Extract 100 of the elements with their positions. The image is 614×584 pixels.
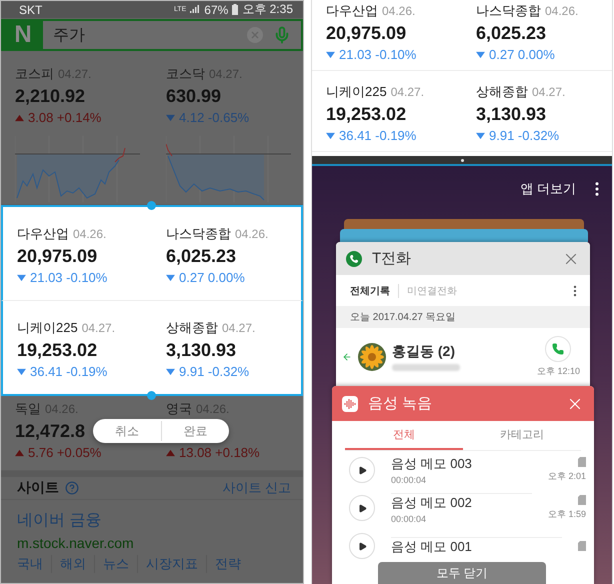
help-icon[interactable] bbox=[65, 481, 79, 496]
index-name: 코스닥 bbox=[166, 65, 205, 83]
recording-tab[interactable]: 전체 bbox=[345, 421, 463, 450]
index-name: 다우산업 bbox=[17, 225, 69, 243]
recording-time: 오후 1:59 bbox=[548, 508, 586, 521]
recording-title: 음성 메모 001 bbox=[391, 538, 473, 556]
call-log-tab[interactable]: 전체기록 bbox=[350, 284, 398, 298]
index-date: 04.26. bbox=[545, 4, 578, 18]
app-card[interactable]: T전화 전체기록 미연결전화 오늘 2017.04.27 목요일 홍길동 (2) 오후 12:10 bbox=[336, 242, 590, 386]
index-name: 나스닥종합 bbox=[166, 225, 231, 243]
sd-card-icon bbox=[578, 495, 586, 505]
down-triangle-icon bbox=[17, 368, 26, 376]
index-change: 36.41 -0.19% bbox=[30, 364, 108, 379]
action-button[interactable]: 취소 bbox=[93, 421, 160, 441]
waveform-icon bbox=[342, 396, 358, 412]
play-icon bbox=[358, 504, 366, 512]
app-title: 음성 녹음 bbox=[368, 394, 434, 413]
more-apps-button[interactable]: 앱 더보기 bbox=[520, 180, 576, 198]
quick-link[interactable]: 전략 bbox=[206, 555, 249, 573]
index-value: 6,025.23 bbox=[166, 246, 236, 267]
index-name: 코스피 bbox=[15, 65, 54, 83]
index-change: 0.27 0.00% bbox=[489, 47, 555, 62]
date-header: 오늘 2017.04.27 목요일 bbox=[350, 311, 456, 324]
down-triangle-icon bbox=[476, 50, 485, 58]
down-triangle-icon bbox=[166, 368, 175, 376]
index-value: 3,130.93 bbox=[476, 104, 546, 125]
sd-card-icon bbox=[578, 457, 586, 467]
site-link[interactable]: 네이버 금융 bbox=[17, 510, 102, 531]
index-value: 20,975.09 bbox=[17, 246, 98, 267]
index-value: 3,130.93 bbox=[166, 340, 236, 361]
index-change: 3.08 +0.14% bbox=[28, 110, 102, 125]
phone-app-icon bbox=[346, 250, 362, 266]
index-value: 20,975.09 bbox=[326, 23, 406, 44]
index-change: 4.12 -0.65% bbox=[179, 110, 250, 125]
recording-duration: 00:00:04 bbox=[391, 475, 428, 485]
index-date: 04.27. bbox=[390, 85, 424, 99]
down-triangle-icon bbox=[326, 132, 335, 140]
index-date: 04.26. bbox=[235, 227, 268, 241]
down-triangle-icon bbox=[166, 114, 175, 122]
play-button[interactable] bbox=[349, 533, 375, 559]
contact-name: 홍길동 (2) bbox=[392, 343, 456, 361]
down-triangle-icon bbox=[326, 50, 335, 58]
battery-level: 67% bbox=[204, 2, 228, 16]
call-button[interactable] bbox=[545, 336, 572, 362]
index-name: 상해종합 bbox=[476, 83, 528, 101]
index-date: 04.27. bbox=[82, 321, 116, 335]
quick-link[interactable]: 해외 bbox=[51, 555, 94, 573]
index-change: 9.91 -0.32% bbox=[489, 128, 560, 143]
index-change: 21.03 -0.10% bbox=[30, 270, 108, 285]
play-icon bbox=[358, 466, 366, 474]
index-name: 나스닥종합 bbox=[476, 2, 541, 20]
index-change: 21.03 -0.10% bbox=[339, 47, 416, 62]
recording-duration: 00:00:04 bbox=[391, 514, 428, 524]
resize-handle[interactable] bbox=[147, 201, 156, 210]
index-change: 9.91 -0.32% bbox=[179, 364, 250, 379]
index-name: 상해종합 bbox=[166, 319, 218, 337]
index-name: 니케이225 bbox=[17, 319, 78, 337]
carrier-name: SKT bbox=[19, 2, 42, 16]
down-triangle-icon bbox=[166, 274, 175, 282]
recording-title: 음성 메모 002 bbox=[391, 494, 473, 512]
report-link[interactable]: 사이트 신고 bbox=[222, 479, 291, 498]
recording-time: 오후 2:01 bbox=[548, 470, 586, 483]
index-value: 19,253.02 bbox=[326, 104, 406, 125]
index-value: 2,210.92 bbox=[15, 86, 86, 107]
index-change: 5.76 +0.05% bbox=[28, 445, 102, 460]
battery-icon bbox=[232, 4, 238, 15]
call-log-tab[interactable]: 미연결전화 bbox=[398, 284, 465, 298]
quick-link[interactable]: 시장지표 bbox=[137, 555, 206, 573]
recording-tab[interactable]: 카테고리 bbox=[463, 421, 581, 450]
index-value: 6,025.23 bbox=[476, 23, 546, 44]
call-time: 오후 12:10 bbox=[536, 365, 580, 378]
quick-link[interactable]: 뉴스 bbox=[94, 555, 137, 573]
index-change: 13.08 +0.18% bbox=[179, 445, 260, 460]
index-name: 다우산업 bbox=[326, 2, 378, 20]
down-triangle-icon bbox=[476, 132, 485, 140]
index-change: 36.41 -0.19% bbox=[339, 128, 416, 143]
quick-link[interactable]: 국내 bbox=[17, 555, 51, 573]
recording-title: 음성 메모 003 bbox=[391, 455, 473, 473]
incoming-arrow-icon bbox=[342, 352, 352, 362]
resize-handle[interactable] bbox=[147, 391, 156, 400]
play-button[interactable] bbox=[349, 495, 375, 521]
play-button[interactable] bbox=[349, 457, 375, 483]
phone-icon bbox=[552, 343, 564, 355]
site-url: m.stock.naver.com bbox=[17, 535, 135, 551]
index-change: 0.27 0.00% bbox=[179, 270, 245, 285]
index-name: 니케이225 bbox=[326, 83, 387, 101]
index-date: 04.26. bbox=[73, 227, 106, 241]
index-date: 04.26. bbox=[382, 4, 416, 18]
down-triangle-icon bbox=[17, 274, 26, 282]
index-value: 630.99 bbox=[166, 86, 222, 107]
index-date: 04.27. bbox=[222, 321, 256, 335]
action-button[interactable]: 완료 bbox=[160, 421, 229, 441]
close-all-button[interactable]: 모두 닫기 bbox=[378, 562, 546, 584]
up-triangle-icon bbox=[15, 448, 24, 456]
index-value: 19,253.02 bbox=[17, 340, 98, 361]
index-date: 04.27. bbox=[532, 85, 566, 99]
play-icon bbox=[358, 542, 366, 550]
clock-time: 오후 2:35 bbox=[242, 1, 293, 18]
app-title: T전화 bbox=[372, 249, 412, 268]
signal-icon bbox=[190, 5, 200, 14]
